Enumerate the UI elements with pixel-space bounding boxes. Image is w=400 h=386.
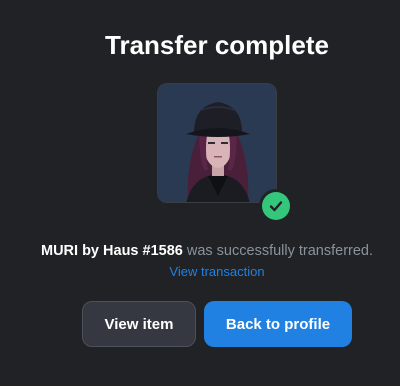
message-suffix: was successfully transferred. <box>182 243 374 259</box>
transfer-complete-modal: Transfer complete MURI by Haus #1586 was… <box>0 0 400 386</box>
view-item-button[interactable]: View item <box>82 301 196 347</box>
view-transaction-link[interactable]: View transaction <box>0 264 400 279</box>
back-to-profile-button[interactable]: Back to profile <box>204 301 352 347</box>
modal-title: Transfer complete <box>105 30 329 60</box>
nft-image <box>157 83 277 203</box>
transfer-message: MURI by Haus #1586 was successfully tran… <box>41 243 373 259</box>
nft-preview <box>157 83 293 223</box>
item-name[interactable]: MURI by Haus #1586 <box>41 243 183 259</box>
check-circle-icon <box>259 189 293 223</box>
